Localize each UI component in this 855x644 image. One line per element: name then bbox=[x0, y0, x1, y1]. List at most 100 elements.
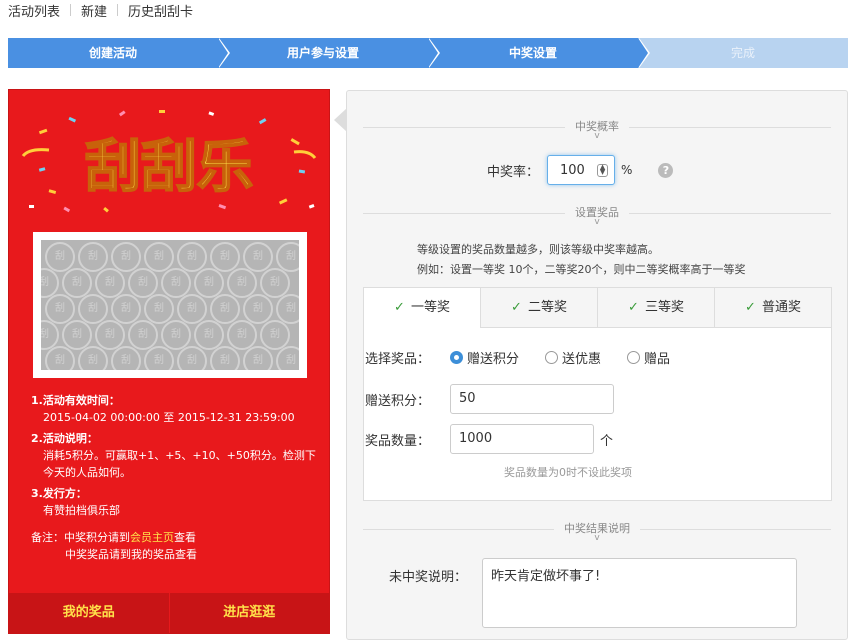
tab-third-prize[interactable]: ✓ 三等奖 bbox=[597, 288, 714, 327]
section-rate-divider: 中奖概率 v bbox=[363, 119, 831, 141]
coin-pattern: 刮 bbox=[45, 294, 75, 324]
issuer-heading: 3.发行方： bbox=[31, 487, 87, 500]
time-value: 2015-04-02 00:00:00 至 2015-12-31 23:59:0… bbox=[43, 411, 295, 424]
radio-gift[interactable]: 赠品 bbox=[627, 348, 670, 367]
spinner-icon[interactable]: ▲ ▼ bbox=[597, 163, 609, 177]
coin-pattern: 刮 bbox=[243, 346, 273, 370]
chevron-down-icon: v bbox=[594, 131, 600, 141]
step-progress: 创建活动 用户参与设置 中奖设置 完成 bbox=[8, 38, 848, 68]
tab-second-prize[interactable]: ✓ 二等奖 bbox=[480, 288, 597, 327]
quantity-row: 奖品数量： 1000 个 bbox=[310, 424, 613, 454]
visit-shop-button[interactable]: 进店逛逛 bbox=[170, 593, 330, 633]
coin-pattern: 刮 bbox=[45, 346, 75, 370]
tab-label: 一等奖 bbox=[410, 300, 450, 315]
remark-text: 查看 bbox=[174, 531, 196, 544]
tab-label: 二等奖 bbox=[527, 300, 567, 315]
desc-value: 消耗5积分。可赢取+1、+5、+10、+50积分。检测下今天的人品如何。 bbox=[43, 449, 316, 479]
check-icon: ✓ bbox=[511, 300, 522, 315]
prize-tabs: ✓ 一等奖 ✓ 二等奖 ✓ 三等奖 ✓ 普通奖 bbox=[364, 288, 831, 328]
coin-pattern: 刮 bbox=[144, 242, 174, 272]
scratch-coating[interactable]: 刮刮刮刮刮刮刮刮刮刮刮刮刮刮刮刮刮刮刮刮刮刮刮刮刮刮刮刮刮刮刮刮刮刮刮刮刮刮刮刮 bbox=[41, 240, 299, 370]
points-row: 赠送积分： 50 bbox=[310, 384, 614, 414]
prize-note-2: 例如：设置一等奖 10个，二等奖20个，则中二等奖概率高于一等奖 bbox=[417, 263, 746, 276]
coin-pattern: 刮 bbox=[227, 268, 257, 298]
remark-text: 中奖积分请到 bbox=[64, 531, 130, 544]
check-icon: ✓ bbox=[628, 300, 639, 315]
no-win-label: 未中奖说明： bbox=[389, 570, 468, 585]
remark-line2: 中奖奖品请到我的奖品查看 bbox=[65, 548, 197, 561]
step-create: 创建活动 bbox=[8, 38, 230, 68]
coin-pattern: 刮 bbox=[78, 346, 108, 370]
rate-input[interactable]: 100 ▲ ▼ bbox=[547, 155, 616, 185]
coin-pattern: 刮 bbox=[177, 242, 207, 272]
prize-type-label: 选择奖品： bbox=[364, 352, 430, 367]
coin-pattern: 刮 bbox=[276, 294, 299, 324]
radio-icon[interactable] bbox=[545, 351, 559, 364]
step-label: 用户参与设置 bbox=[286, 46, 359, 60]
remark-prefix: 备注： bbox=[31, 531, 64, 544]
banner-graphic: 刮刮乐 bbox=[21, 110, 317, 213]
tab-label: 三等奖 bbox=[644, 300, 684, 315]
rate-value: 100 bbox=[560, 162, 585, 178]
member-home-link[interactable]: 会员主页 bbox=[130, 531, 174, 544]
nav-new[interactable]: 新建 bbox=[81, 1, 107, 20]
check-icon: ✓ bbox=[745, 300, 756, 315]
coin-pattern: 刮 bbox=[276, 242, 299, 272]
coin-pattern: 刮 bbox=[243, 294, 273, 324]
radio-coupon[interactable]: 送优惠 bbox=[545, 348, 601, 367]
quantity-label: 奖品数量： bbox=[364, 433, 430, 449]
step-label: 完成 bbox=[730, 46, 755, 60]
prize-settings-panel: 中奖概率 v 中奖率： 100 ▲ ▼ % ? 设置奖品 v 等级设置的奖品数量越… bbox=[346, 90, 848, 640]
banner-title: 刮刮乐 bbox=[85, 135, 253, 200]
radio-label: 赠送积分 bbox=[467, 352, 520, 367]
radio-selected-icon[interactable] bbox=[450, 351, 463, 364]
coin-pattern: 刮 bbox=[194, 268, 224, 298]
coin-pattern: 刮 bbox=[128, 268, 158, 298]
radio-label: 送优惠 bbox=[562, 352, 602, 367]
help-icon[interactable]: ? bbox=[658, 162, 674, 178]
coin-pattern: 刮 bbox=[260, 320, 290, 350]
time-heading: 1.活动有效时间： bbox=[31, 394, 120, 407]
rate-row: 中奖率： 100 ▲ ▼ % ? bbox=[487, 155, 674, 185]
no-win-textarea[interactable]: 昨天肯定做坏事了! bbox=[482, 558, 797, 628]
coin-pattern: 刮 bbox=[227, 320, 257, 350]
coin-pattern: 刮 bbox=[111, 346, 141, 370]
coin-pattern: 刮 bbox=[45, 242, 75, 272]
desc-heading: 2.活动说明： bbox=[31, 432, 98, 445]
quantity-input[interactable]: 1000 bbox=[450, 424, 594, 454]
chevron-down-icon: v bbox=[594, 533, 600, 543]
tab-first-prize[interactable]: ✓ 一等奖 bbox=[364, 288, 480, 328]
prize-note-1: 等级设置的奖品数量越多，则该等级中奖率越高。 bbox=[417, 243, 659, 256]
coin-pattern: 刮 bbox=[111, 294, 141, 324]
issuer-value: 有赞拍档俱乐部 bbox=[43, 504, 120, 517]
remark-line1: 备注：中奖积分请到会员主页查看 bbox=[31, 529, 321, 546]
step-prize: 中奖设置 bbox=[428, 38, 650, 68]
radio-icon[interactable] bbox=[627, 351, 641, 364]
coin-pattern: 刮 bbox=[276, 346, 299, 370]
nav-history[interactable]: 历史刮刮卡 bbox=[128, 1, 193, 20]
step-label: 创建活动 bbox=[88, 46, 137, 60]
points-input[interactable]: 50 bbox=[450, 384, 614, 414]
coin-pattern: 刮 bbox=[161, 320, 191, 350]
coin-pattern: 刮 bbox=[111, 242, 141, 272]
coin-pattern: 刮 bbox=[161, 268, 191, 298]
coin-pattern: 刮 bbox=[95, 268, 125, 298]
coin-pattern: 刮 bbox=[144, 346, 174, 370]
coin-pattern: 刮 bbox=[62, 268, 92, 298]
radio-points[interactable]: 赠送积分 bbox=[450, 348, 519, 367]
coin-pattern: 刮 bbox=[260, 268, 290, 298]
rate-label: 中奖率： bbox=[487, 164, 540, 180]
tab-general-prize[interactable]: ✓ 普通奖 bbox=[714, 288, 831, 327]
top-nav: 活动列表 新建 历史刮刮卡 bbox=[8, 0, 193, 20]
nav-activity-list[interactable]: 活动列表 bbox=[8, 1, 60, 20]
scratch-area[interactable]: 刮刮刮刮刮刮刮刮刮刮刮刮刮刮刮刮刮刮刮刮刮刮刮刮刮刮刮刮刮刮刮刮刮刮刮刮刮刮刮刮 bbox=[33, 232, 307, 378]
coin-pattern: 刮 bbox=[210, 242, 240, 272]
points-label: 赠送积分： bbox=[364, 393, 430, 409]
step-participation: 用户参与设置 bbox=[218, 38, 440, 68]
my-prizes-button[interactable]: 我的奖品 bbox=[9, 593, 170, 633]
coin-pattern: 刮 bbox=[210, 294, 240, 324]
step-finish: 完成 bbox=[638, 38, 848, 68]
coin-pattern: 刮 bbox=[144, 294, 174, 324]
step-label: 中奖设置 bbox=[508, 46, 557, 60]
tab-label: 普通奖 bbox=[761, 300, 801, 315]
